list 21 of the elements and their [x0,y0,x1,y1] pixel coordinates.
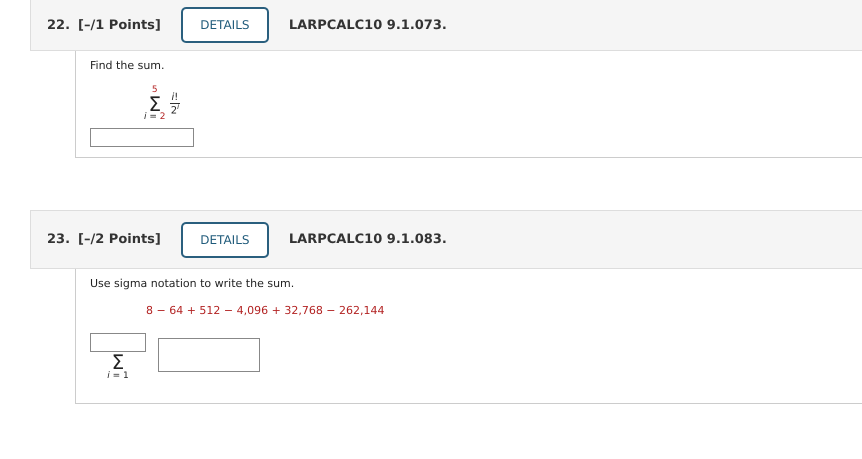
series-expression: 8 − 64 + 512 − 4,096 + 32,768 − 262,144 [146,304,386,317]
summand-field[interactable] [158,338,260,372]
upper-limit-field[interactable] [90,333,146,352]
fraction-numerator: i! [170,92,180,104]
upper-limit: 5 [152,86,158,95]
points-label: [–/2 Points] [78,232,161,247]
question-number: 22. [47,18,70,32]
details-button[interactable]: DETAILS [180,7,269,43]
answer-field[interactable] [90,128,194,147]
problem-code: LARPCALC10 9.1.073. [288,18,447,32]
sigma-symbol: Σ [112,352,124,372]
points-label: [–/1 Points] [78,18,161,32]
problem-code: LARPCALC10 9.1.083. [288,232,447,247]
fraction-denominator: 2$^{i}$ [170,104,180,116]
question-prompt: Find the sum. [90,59,166,72]
question-number: 23. [47,232,70,247]
sigma-symbol: Σ [148,95,162,113]
lower-limit: i = 1 [107,372,129,381]
question-prompt: Use sigma notation to write the sum. [90,277,296,290]
lower-limit: i = 2 [144,113,166,122]
details-button[interactable]: DETAILS [180,222,269,258]
